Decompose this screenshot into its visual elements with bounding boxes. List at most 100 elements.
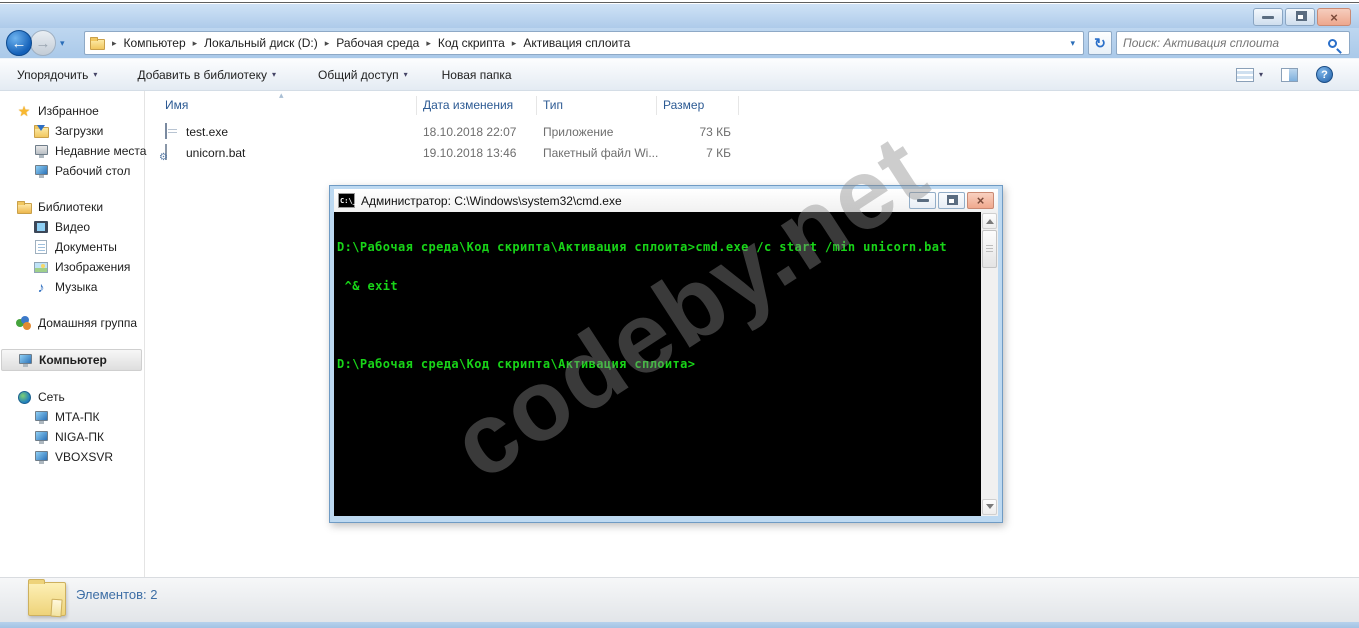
- column-header-date[interactable]: Дата изменения: [423, 98, 513, 112]
- refresh-button[interactable]: ↻: [1088, 31, 1112, 55]
- cmd-close-button[interactable]: ×: [967, 192, 994, 209]
- window-controls: ×: [1251, 8, 1351, 26]
- star-icon: ★: [17, 102, 31, 119]
- navigation-pane: ★ Избранное Загрузки Недавние места Рабо…: [0, 91, 146, 577]
- file-name: test.exe: [186, 125, 229, 139]
- search-input[interactable]: [1117, 36, 1328, 50]
- close-button[interactable]: ×: [1317, 8, 1351, 26]
- column-divider[interactable]: [416, 96, 417, 115]
- breadcrumb-item-aktivaciya-sploita[interactable]: Активация сплоита: [523, 36, 630, 50]
- forward-button[interactable]: →: [30, 30, 56, 56]
- column-divider[interactable]: [536, 96, 537, 115]
- sidebar-item-mta-pk[interactable]: МТА-ПК: [0, 407, 144, 427]
- breadcrumb-item-kod-skripta[interactable]: Код скрипта: [438, 36, 505, 50]
- cmd-titlebar[interactable]: C:\_ Администратор: C:\Windows\system32\…: [334, 189, 998, 212]
- document-icon: [33, 239, 49, 255]
- navigation-bar: ← → ▾ ▸ Компьютер ▸ Локальный диск (D:) …: [0, 28, 1359, 58]
- crumb-separator-icon: ▸: [324, 37, 330, 48]
- sidebar-item-niga-pk[interactable]: NIGA-ПК: [0, 427, 144, 447]
- breadcrumb-item-disk-d[interactable]: Локальный диск (D:): [204, 36, 318, 50]
- column-divider[interactable]: [738, 96, 739, 115]
- new-folder-button[interactable]: Новая папка: [433, 63, 521, 87]
- sidebar-label: NIGA-ПК: [55, 430, 104, 444]
- explorer-content: ★ Избранное Загрузки Недавние места Рабо…: [0, 90, 1359, 577]
- address-dropdown-icon[interactable]: ▾: [1070, 38, 1079, 49]
- file-row-unicorn-bat[interactable]: unicorn.bat 19.10.2018 13:46 Пакетный фа…: [146, 143, 746, 163]
- crumb-separator-icon: ▸: [112, 37, 117, 48]
- add-to-library-button[interactable]: Добавить в библиотеку ▾: [128, 63, 285, 87]
- sidebar-item-downloads[interactable]: Загрузки: [0, 121, 144, 141]
- sidebar-label: Музыка: [55, 280, 98, 294]
- chevron-down-icon: ▾: [271, 70, 276, 79]
- breadcrumb-item-rabochaya-sreda[interactable]: Рабочая среда: [336, 36, 419, 50]
- restore-button[interactable]: [1285, 8, 1315, 26]
- add-to-library-label: Добавить в библиотеку: [137, 67, 267, 82]
- console-line: D:\Рабочая среда\Код скрипта\Активация с…: [337, 240, 947, 254]
- sidebar-label: Загрузки: [55, 124, 104, 138]
- cmd-restore-button[interactable]: [938, 192, 965, 209]
- console-scrollbar[interactable]: [981, 212, 998, 516]
- sidebar-item-vboxsvr[interactable]: VBOXSVR: [0, 447, 144, 467]
- back-button[interactable]: ←: [6, 30, 32, 56]
- window-titlebar[interactable]: [0, 4, 1359, 28]
- scroll-up-button[interactable]: [982, 213, 997, 229]
- close-icon: ×: [1330, 9, 1338, 25]
- scroll-down-button[interactable]: [982, 499, 997, 515]
- crumb-separator-icon: ▸: [192, 37, 198, 48]
- file-row-test-exe[interactable]: test.exe 18.10.2018 22:07 Приложение 73 …: [146, 122, 746, 142]
- breadcrumb[interactable]: ▸ Компьютер ▸ Локальный диск (D:) ▸ Рабо…: [84, 31, 1084, 55]
- status-bar: Элементов: 2: [0, 577, 1359, 622]
- computer-icon: [33, 429, 49, 445]
- chevron-down-icon: ▾: [1258, 70, 1263, 79]
- sidebar-label: Видео: [55, 220, 91, 234]
- sidebar-item-desktop[interactable]: Рабочий стол: [0, 161, 144, 181]
- scrollbar-thumb[interactable]: [982, 230, 997, 268]
- back-icon: ←: [11, 34, 27, 52]
- column-header-size[interactable]: Размер: [663, 98, 704, 112]
- share-button[interactable]: Общий доступ ▾: [309, 63, 417, 87]
- recent-pages-dropdown[interactable]: ▾: [60, 38, 65, 49]
- sidebar-label: Сеть: [38, 390, 65, 404]
- screen-top-edge: [0, 0, 1359, 3]
- sidebar-item-video[interactable]: Видео: [0, 217, 144, 237]
- items-count: Элементов: 2: [76, 587, 158, 602]
- sidebar-item-computer[interactable]: Компьютер: [1, 349, 142, 371]
- libraries-folder-icon: [16, 199, 32, 215]
- preview-pane-button[interactable]: [1281, 67, 1298, 82]
- sidebar-label: Избранное: [38, 104, 99, 118]
- file-type: Пакетный файл Wi...: [543, 146, 659, 160]
- sidebar-label: Библиотеки: [38, 200, 104, 214]
- folder-icon: [28, 579, 66, 616]
- cmd-minimize-button[interactable]: [909, 192, 936, 209]
- column-header-name[interactable]: Имя: [165, 98, 188, 112]
- change-view-button[interactable]: ▾: [1235, 67, 1263, 82]
- sidebar-item-documents[interactable]: Документы: [0, 237, 144, 257]
- computer-icon: [33, 409, 49, 425]
- sidebar-item-network[interactable]: Сеть: [0, 387, 144, 407]
- cmd-console[interactable]: D:\Рабочая среда\Код скрипта\Активация с…: [334, 212, 998, 516]
- toolbar-right-icons: ▾ ?: [1235, 66, 1333, 83]
- help-button[interactable]: ?: [1316, 66, 1333, 83]
- organize-button[interactable]: Упорядочить ▾: [8, 63, 106, 87]
- homegroup-icon: [16, 315, 32, 331]
- forward-icon: →: [35, 34, 51, 52]
- breadcrumb-item-computer[interactable]: Компьютер: [124, 36, 186, 50]
- cmd-window[interactable]: C:\_ Администратор: C:\Windows\system32\…: [329, 185, 1003, 523]
- column-divider[interactable]: [656, 96, 657, 115]
- sidebar-item-libraries[interactable]: Библиотеки: [0, 197, 144, 217]
- sidebar-item-favorites[interactable]: ★ Избранное: [0, 101, 144, 121]
- sidebar-item-music[interactable]: ♪ Музыка: [0, 277, 144, 297]
- sidebar-item-pictures[interactable]: Изображения: [0, 257, 144, 277]
- search-box: [1116, 31, 1350, 55]
- column-header-type[interactable]: Тип: [543, 98, 563, 112]
- sidebar-item-recent-places[interactable]: Недавние места: [0, 141, 146, 161]
- file-list: ▴ Имя Дата изменения Тип Размер test.exe…: [146, 90, 1359, 577]
- music-icon: ♪: [37, 279, 45, 295]
- sidebar-label: VBOXSVR: [55, 450, 114, 464]
- desktop-icon: [33, 163, 49, 179]
- application-file-icon: [165, 123, 167, 139]
- network-icon: [16, 389, 32, 405]
- views-icon: [1235, 67, 1254, 82]
- minimize-button[interactable]: [1253, 8, 1283, 26]
- sidebar-item-homegroup[interactable]: Домашняя группа: [0, 313, 144, 333]
